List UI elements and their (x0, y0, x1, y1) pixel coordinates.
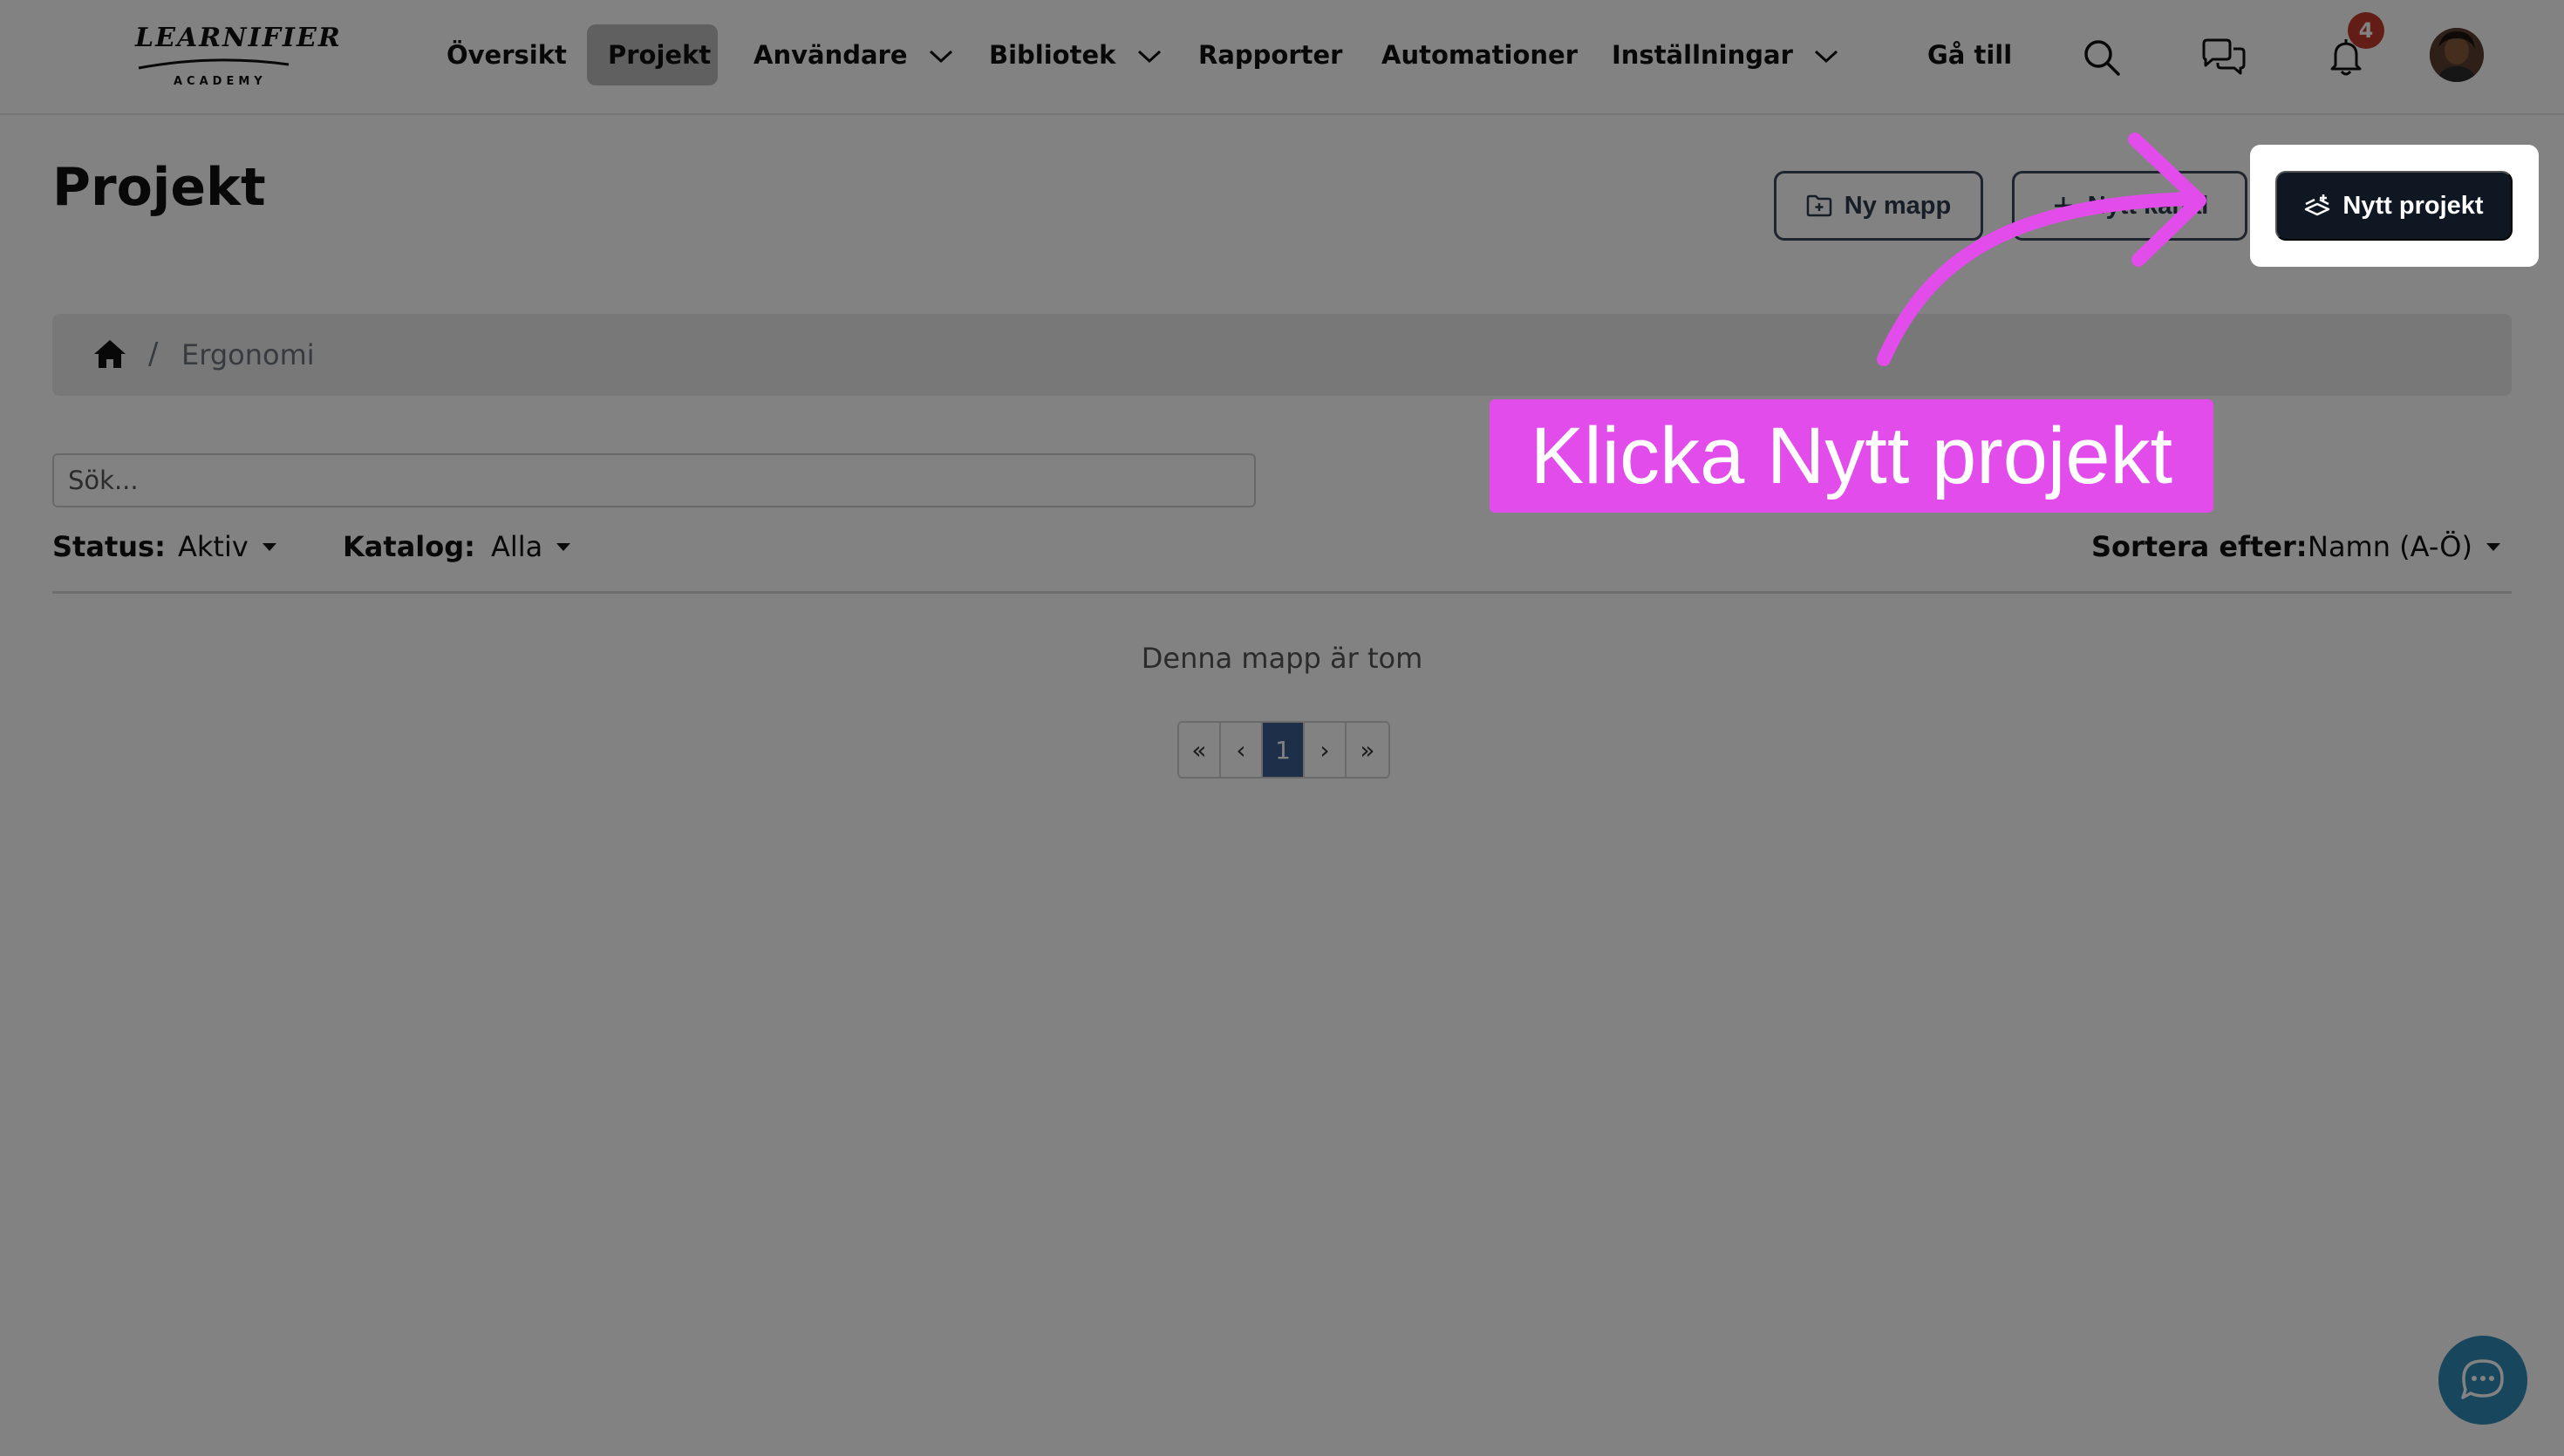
breadcrumb: / Ergonomi (52, 314, 2512, 396)
notification-count-badge: 4 (2348, 12, 2384, 49)
nav-item-rapporter[interactable]: Rapporter (1177, 24, 1363, 85)
breadcrumb-separator: / (148, 337, 159, 371)
folder-plus-icon (1806, 194, 1831, 217)
nav-item-anvandare[interactable]: Användare (733, 24, 974, 85)
list-divider (52, 591, 2512, 594)
nav-item-label: Automationer (1381, 40, 1579, 70)
nav-item-label: Projekt (608, 40, 712, 70)
goto-label: Gå till (1927, 40, 2013, 70)
chat-bubble-icon (2461, 1359, 2504, 1399)
new-channel-button[interactable]: Nytt kanal (2012, 171, 2247, 241)
chevron-down-icon (929, 50, 952, 64)
pagination: « ‹ 1 › » (1177, 721, 1390, 779)
search-input[interactable] (52, 453, 1256, 507)
home-icon[interactable] (92, 338, 127, 370)
chat-bubbles-icon (2202, 38, 2246, 75)
sort-value: Namn (A-Ö) (2308, 530, 2472, 563)
breadcrumb-current-folder: Ergonomi (181, 338, 315, 371)
new-channel-label: Nytt kanal (2087, 191, 2209, 220)
nav-item-projekt[interactable]: Projekt (587, 24, 718, 85)
nav-item-automationer[interactable]: Automationer (1360, 24, 1599, 85)
nav-item-label: Inställningar (1612, 40, 1793, 70)
new-project-button[interactable]: Nytt projekt (2275, 171, 2513, 241)
goto-link[interactable]: Gå till (1906, 24, 2033, 85)
user-avatar[interactable] (2430, 28, 2484, 82)
new-folder-label: Ny mapp (1844, 191, 1952, 220)
catalog-filter-dropdown[interactable]: Alla (491, 530, 572, 563)
logo-subtitle: ACADEMY (174, 75, 267, 88)
logo-swoosh-icon (138, 58, 290, 70)
caret-down-icon (556, 543, 571, 551)
sort-dropdown[interactable]: Namn (A-Ö) (2308, 530, 2502, 563)
nav-item-oversikt[interactable]: Översikt (426, 24, 588, 85)
nav-item-label: Rapporter (1198, 40, 1343, 70)
tutorial-callout-label: Klicka Nytt projekt (1490, 399, 2213, 513)
status-filter-dropdown[interactable]: Aktiv (178, 530, 278, 563)
status-filter-label: Status: (52, 530, 166, 563)
avatar-image (2430, 28, 2484, 82)
new-project-label: Nytt projekt (2342, 191, 2484, 220)
nav-item-bibliotek[interactable]: Bibliotek (968, 24, 1183, 85)
new-folder-button[interactable]: Ny mapp (1774, 171, 1983, 241)
caret-down-icon (2486, 543, 2500, 551)
caret-down-icon (262, 543, 276, 551)
nav-item-label: Bibliotek (989, 40, 1116, 70)
page-title: Projekt (52, 157, 266, 218)
pagination-first-button[interactable]: « (1179, 723, 1221, 777)
catalog-filter-value: Alla (491, 530, 543, 563)
layers-plus-icon (2305, 194, 2330, 216)
pagination-next-button[interactable]: › (1305, 723, 1347, 777)
empty-folder-message: Denna mapp är tom (1141, 642, 1423, 675)
logo-wordmark: LEARNIFIER (135, 23, 342, 53)
plus-icon (2054, 197, 2072, 214)
pagination-last-button[interactable]: » (1347, 723, 1388, 777)
sort-label: Sortera efter: (2091, 530, 2308, 563)
pagination-page-1[interactable]: 1 (1263, 723, 1305, 777)
status-filter-value: Aktiv (178, 530, 249, 563)
top-navigation-bar: LEARNIFIER ACADEMY Översikt Projekt Anvä… (0, 0, 2564, 115)
catalog-filter-label: Katalog: (343, 530, 475, 563)
support-chat-button[interactable] (2438, 1336, 2527, 1425)
nav-item-label: Översikt (447, 40, 567, 70)
pagination-prev-button[interactable]: ‹ (1221, 723, 1263, 777)
chevron-down-icon (1137, 50, 1161, 64)
nav-item-label: Användare (754, 40, 908, 70)
search-icon (2084, 40, 2120, 76)
search-button[interactable] (2074, 30, 2130, 85)
messages-button[interactable] (2196, 30, 2252, 85)
nav-item-installningar[interactable]: Inställningar (1591, 24, 1859, 85)
learnifier-logo[interactable]: LEARNIFIER ACADEMY (135, 23, 340, 92)
chevron-down-icon (1814, 50, 1838, 64)
